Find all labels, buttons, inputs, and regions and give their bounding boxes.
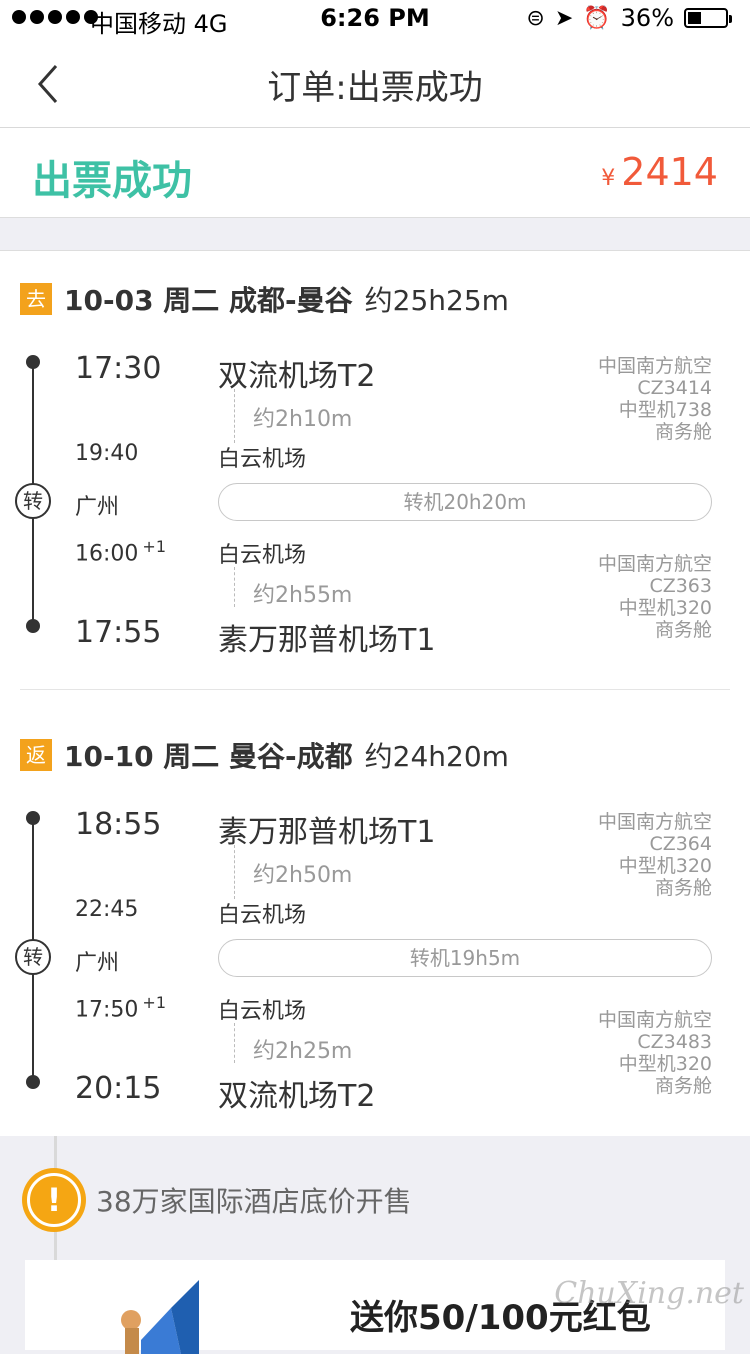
- timeline-dot: [26, 355, 40, 369]
- timeline-dot: [26, 811, 40, 825]
- dep-time-text: 17:50: [75, 997, 139, 1023]
- nav-bar: 订单:出票成功: [0, 40, 750, 128]
- flight-duration: 约2h55m: [253, 583, 353, 608]
- arrival-airport: 双流机场T2: [218, 1079, 376, 1114]
- dashed-connector: [234, 389, 235, 443]
- segment-divider: [20, 689, 730, 690]
- flight-duration: 约2h50m: [253, 863, 353, 888]
- segment-header: 返 10-10 周二 曼谷-成都 约24h20m: [20, 735, 509, 775]
- cabin-class: 商务舱: [654, 421, 712, 443]
- timeline-dot: [26, 619, 40, 633]
- cabin-class: 商务舱: [654, 877, 712, 899]
- aircraft-type: 中型机320: [618, 597, 712, 619]
- alarm-icon: ⏰: [583, 5, 611, 31]
- transfer-city: 广州: [75, 951, 120, 976]
- dashed-connector: [234, 845, 235, 899]
- airline-name: 中国南方航空: [597, 1009, 712, 1031]
- airline-name: 中国南方航空: [597, 553, 712, 575]
- airline-name: 中国南方航空: [597, 355, 712, 377]
- departure-airport: 白云机场: [218, 543, 307, 568]
- total-duration: 约24h20m: [364, 740, 509, 773]
- dashed-connector: [234, 567, 235, 607]
- timeline-dot: [26, 1075, 40, 1089]
- transfer-city: 广州: [75, 495, 120, 520]
- flight-number: CZ3414: [637, 377, 712, 399]
- departure-airport: 白云机场: [218, 999, 307, 1024]
- exclamation-icon: !: [22, 1168, 86, 1232]
- order-summary: 出票成功 ¥2414: [0, 128, 750, 218]
- next-day-marker: +1: [142, 537, 166, 556]
- flight-info: 中国南方航空 CZ3483 中型机320 商务舱: [598, 1009, 712, 1097]
- flight-info: 中国南方航空 CZ3414 中型机738 商务舱: [598, 355, 712, 443]
- aircraft-type: 中型机320: [618, 1053, 712, 1075]
- departure-airport: 素万那普机场T1: [218, 815, 436, 850]
- price-amount: 2414: [621, 150, 718, 194]
- total-price: ¥2414: [601, 150, 718, 194]
- page-title: 订单:出票成功: [267, 68, 483, 108]
- date-route: 10-10 周二 曼谷-成都: [64, 740, 353, 773]
- flight-info: 中国南方航空 CZ364 中型机320 商务舱: [598, 811, 712, 899]
- segment-header: 去 10-03 周二 成都-曼谷 约25h25m: [20, 279, 509, 319]
- cabin-class: 商务舱: [654, 1075, 712, 1097]
- date-route: 10-03 周二 成都-曼谷: [64, 284, 353, 317]
- flight-number: CZ363: [649, 575, 712, 597]
- flight-number: CZ364: [649, 833, 712, 855]
- aircraft-type: 中型机320: [618, 855, 712, 877]
- promo-icon-glyph: !: [27, 1173, 81, 1227]
- itinerary-card: 去 10-03 周二 成都-曼谷 约25h25m 转 17:30 双流机场T2 …: [0, 250, 750, 1136]
- transfer-wait: 转机20h20m: [218, 483, 712, 521]
- total-duration: 约25h25m: [364, 284, 509, 317]
- departure-airport: 双流机场T2: [218, 359, 376, 394]
- departure-time: 17:30: [75, 351, 162, 386]
- arrival-airport: 白云机场: [218, 903, 307, 928]
- dep-time-text: 16:00: [75, 541, 139, 567]
- return-badge: 返: [20, 739, 52, 771]
- battery-percent: 36%: [620, 4, 674, 32]
- next-day-marker: +1: [142, 993, 166, 1012]
- airline-name: 中国南方航空: [597, 811, 712, 833]
- arrival-time: 22:45: [75, 897, 139, 922]
- arrival-time: 17:55: [75, 615, 162, 650]
- ticket-status: 出票成功: [32, 158, 192, 204]
- currency-symbol: ¥: [601, 166, 616, 191]
- rotation-lock-icon: ⊜: [526, 5, 545, 31]
- flight-duration: 约2h10m: [253, 407, 353, 432]
- location-arrow-icon: ➤: [554, 5, 574, 31]
- departure-time: 18:55: [75, 807, 162, 842]
- dashed-connector: [234, 1023, 235, 1063]
- arrival-airport: 白云机场: [218, 447, 307, 472]
- watermark-text: ChuXing.net: [554, 1276, 744, 1311]
- cabin-class: 商务舱: [654, 619, 712, 641]
- arrival-time: 20:15: [75, 1071, 162, 1106]
- promo-text[interactable]: 38万家国际酒店底价开售: [96, 1180, 412, 1220]
- battery-icon: [684, 8, 732, 28]
- arrival-airport: 素万那普机场T1: [218, 623, 436, 658]
- flight-duration: 约2h25m: [253, 1039, 353, 1064]
- hotel-building-icon: [121, 1280, 199, 1354]
- aircraft-type: 中型机738: [618, 399, 712, 421]
- arrival-time: 19:40: [75, 441, 139, 466]
- flight-info: 中国南方航空 CZ363 中型机320 商务舱: [598, 553, 712, 641]
- departure-time: 16:00 +1: [75, 537, 166, 566]
- transfer-icon: 转: [15, 939, 51, 975]
- transfer-icon: 转: [15, 483, 51, 519]
- flight-number: CZ3483: [637, 1031, 712, 1053]
- transfer-wait: 转机19h5m: [218, 939, 712, 977]
- status-bar: 中国移动 4G 6:26 PM ⊜ ➤ ⏰ 36%: [0, 0, 750, 40]
- departure-time: 17:50 +1: [75, 993, 166, 1022]
- outbound-badge: 去: [20, 283, 52, 315]
